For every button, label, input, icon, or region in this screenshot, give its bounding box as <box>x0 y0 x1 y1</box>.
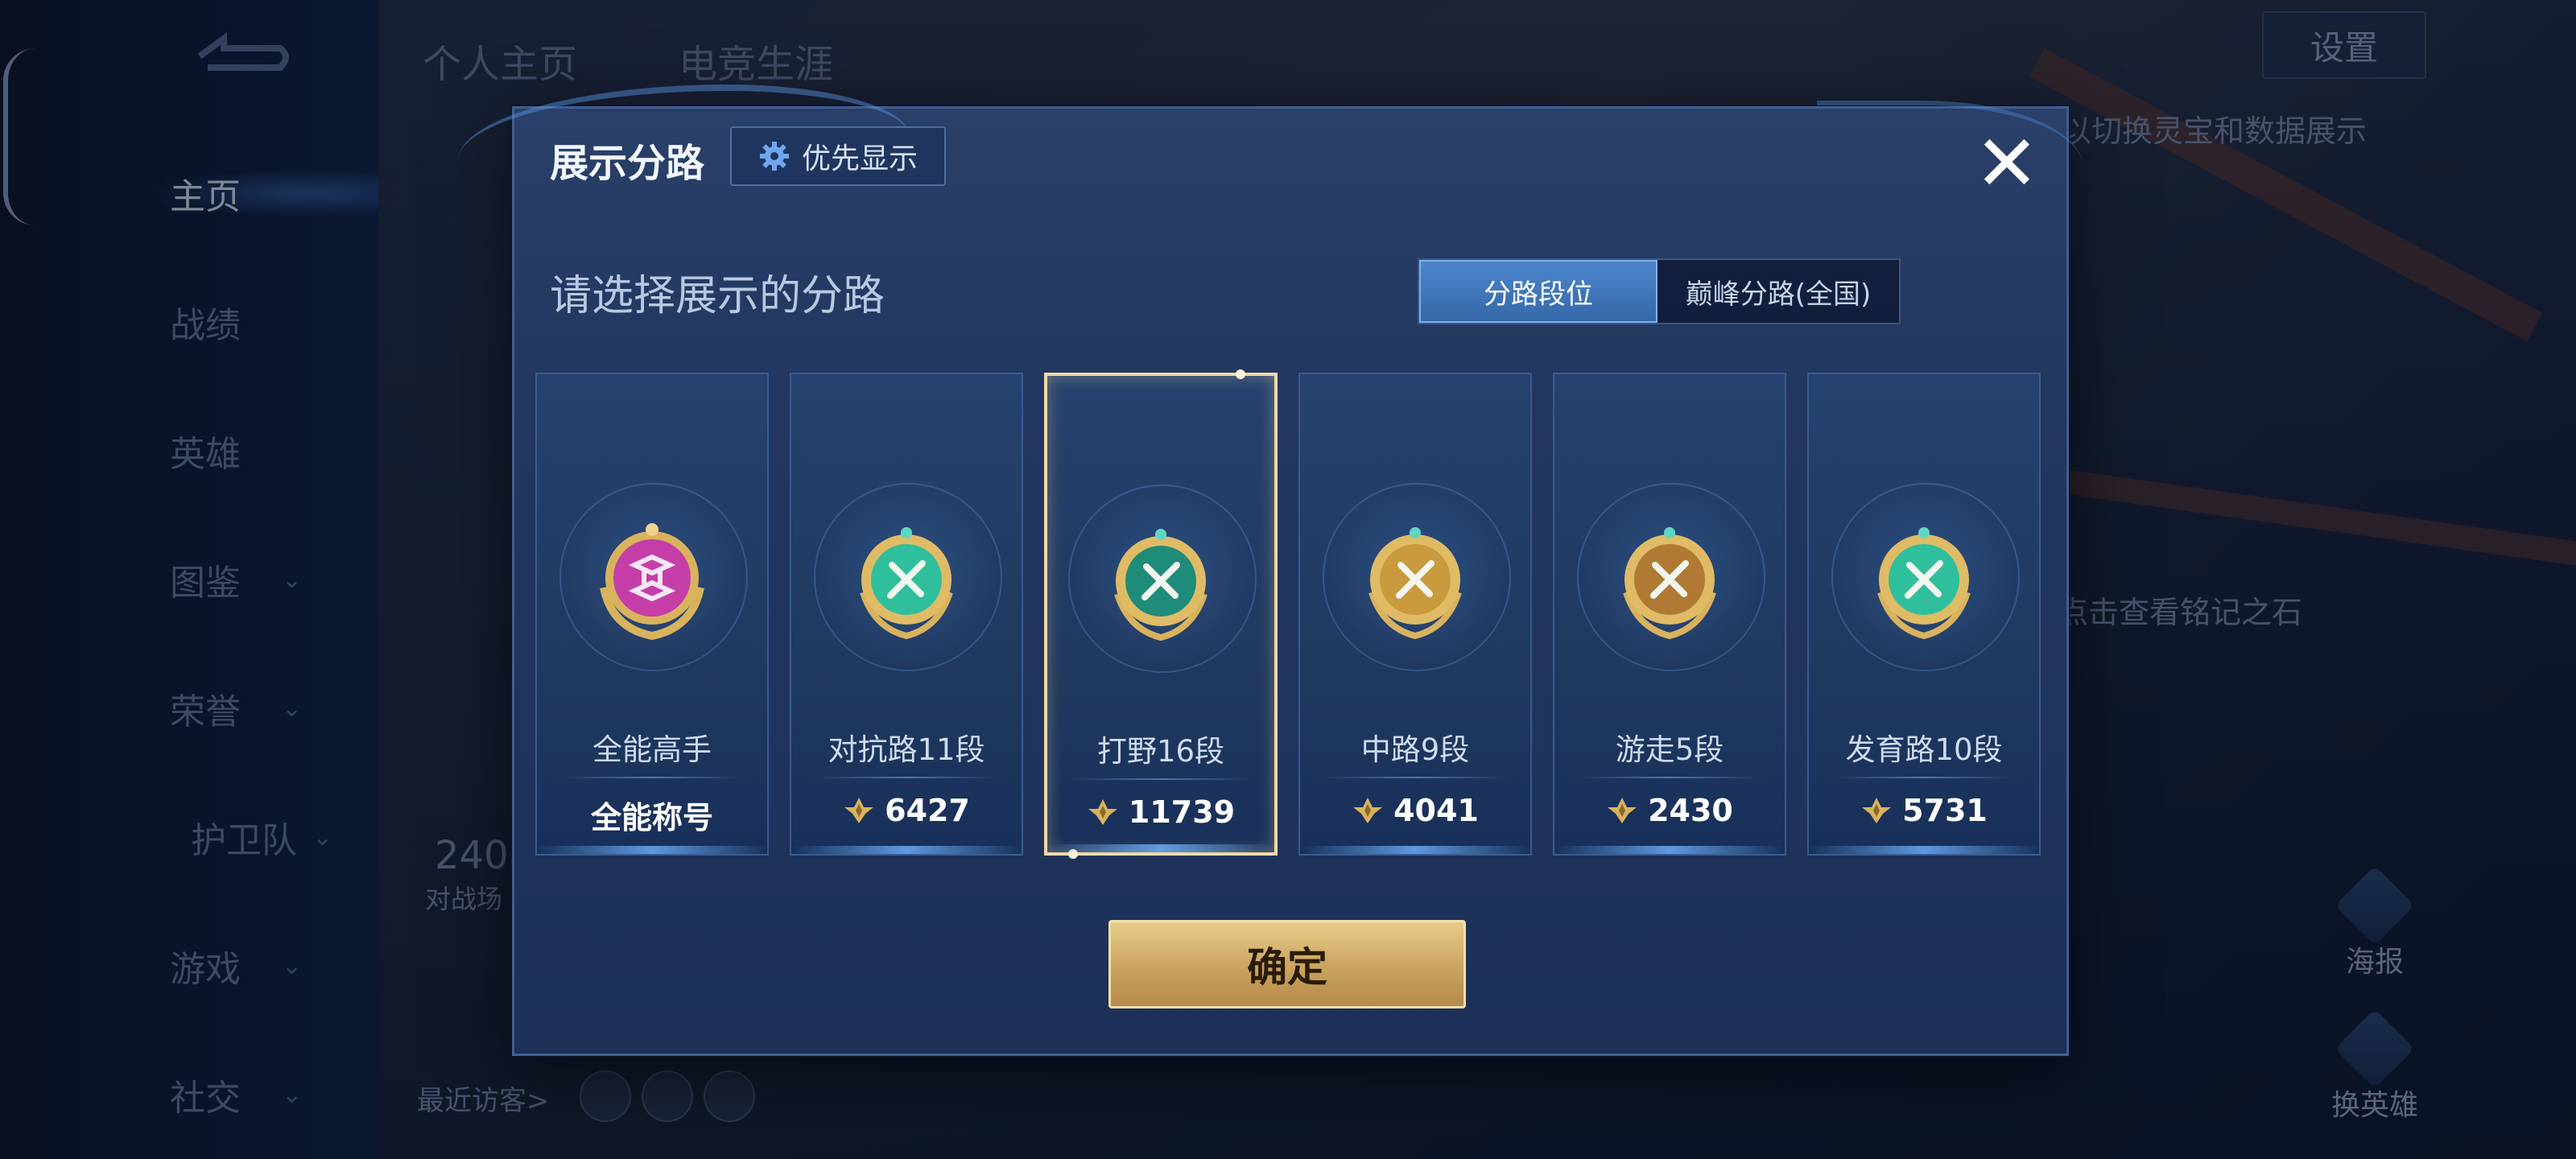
divider <box>1071 778 1250 780</box>
lane-value: 2430 <box>1554 793 1785 828</box>
lane-value-text: 5731 <box>1902 793 1988 828</box>
lane-card-clash[interactable]: 对抗路11段 6427 <box>790 373 1023 856</box>
lane-name: 对抗路11段 <box>828 732 985 767</box>
lane-value-text: 6427 <box>885 793 970 828</box>
gear-icon <box>759 142 789 171</box>
toggle-peak-lane[interactable]: 巅峰分路(全国) <box>1657 260 1899 323</box>
roam-emblem-icon <box>1623 527 1716 640</box>
lane-value: 5731 <box>1809 793 2039 828</box>
rank-points-icon <box>1088 799 1117 825</box>
divider <box>1579 777 1761 778</box>
lane-card-all-round[interactable]: 全能高手 全能称号 <box>535 373 769 856</box>
farm-lane-emblem-icon <box>1877 527 1971 640</box>
confirm-label: 确定 <box>1247 944 1327 991</box>
priority-display-label: 优先显示 <box>801 142 918 175</box>
selection-corner-dot <box>1068 849 1078 859</box>
clash-lane-emblem-icon <box>860 527 953 640</box>
display-mode-toggle: 分路段位 巅峰分路(全国) <box>1418 258 1901 324</box>
lane-value: 4041 <box>1300 793 1530 828</box>
lane-value-text: 全能称号 <box>590 800 713 835</box>
divider <box>1324 777 1506 778</box>
rank-points-icon <box>1608 798 1637 823</box>
lane-card-jungle[interactable]: 打野16段 11739 <box>1044 369 1278 859</box>
lane-name: 游走5段 <box>1615 732 1724 767</box>
lane-display-modal: 展示分路 优先显示 ✕ 请选择展示的分路 分路段位 巅峰分路(全国) 全能高手 … <box>458 85 2083 1056</box>
confirm-button[interactable]: 确定 <box>1108 920 1466 1008</box>
jungle-emblem-icon <box>1114 529 1208 641</box>
rank-points-icon <box>1862 798 1892 823</box>
modal-title: 展示分路 <box>550 141 705 186</box>
priority-display-button[interactable]: 优先显示 <box>730 126 946 186</box>
toggle-label: 巅峰分路(全国) <box>1685 278 1872 311</box>
lane-name: 打野16段 <box>1096 734 1225 769</box>
lane-name: 中路9段 <box>1360 732 1470 767</box>
divider <box>815 777 997 778</box>
lane-card-roam[interactable]: 游走5段 2430 <box>1553 373 1786 856</box>
lane-value-text: 4041 <box>1393 793 1479 828</box>
lane-name: 全能高手 <box>592 732 712 767</box>
mid-lane-emblem-icon <box>1368 527 1462 640</box>
selection-corner-dot <box>1236 369 1245 379</box>
divider <box>561 777 743 778</box>
divider <box>1833 777 2015 778</box>
lane-value: 6427 <box>791 793 1022 828</box>
lane-name: 发育路10段 <box>1845 732 2003 767</box>
lane-value: 11739 <box>1047 794 1274 830</box>
toggle-label: 分路段位 <box>1484 278 1593 311</box>
rank-points-icon <box>844 798 874 823</box>
lane-card-farm[interactable]: 发育路10段 5731 <box>1807 373 2041 856</box>
close-icon[interactable]: ✕ <box>1967 123 2047 204</box>
select-lane-prompt: 请选择展示的分路 <box>550 272 886 320</box>
lane-value-text: 2430 <box>1648 793 1733 828</box>
lane-value: 全能称号 <box>537 793 767 837</box>
toggle-lane-rank[interactable]: 分路段位 <box>1419 260 1657 323</box>
all-round-emblem-icon <box>600 523 704 641</box>
lane-card-mid[interactable]: 中路9段 4041 <box>1298 373 1532 856</box>
rank-points-icon <box>1353 798 1383 823</box>
lane-value-text: 11739 <box>1128 794 1236 830</box>
